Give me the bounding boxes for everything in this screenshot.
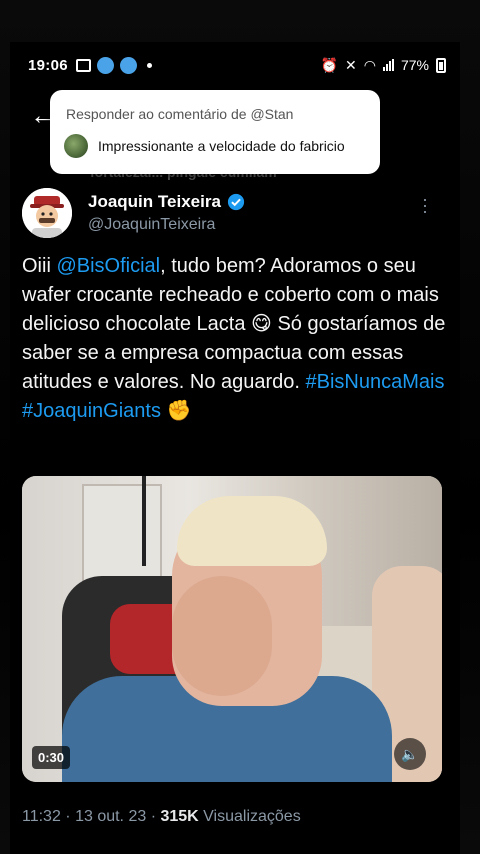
video-frame-hair [177,496,327,566]
tweet-text: Oiii @BisOficial, tudo bem? Adoramos o s… [22,252,452,426]
notification-icons [75,56,152,74]
tweet-meta: 11:32 · 13 out. 23 · 315K Visualizações [22,808,301,826]
screenshot-icon [75,58,91,72]
mention-link[interactable]: @BisOficial [56,255,160,277]
fist-emoji: ✊ [166,400,192,422]
hashtag-link[interactable]: #JoaquinGiants [22,400,161,422]
battery-percent: 77% [400,57,429,73]
cartoon-avatar-icon [22,188,72,238]
more-options-icon[interactable]: · · · [422,190,428,220]
signal-icon [382,59,394,71]
reply-notification-popup[interactable]: Responder ao comentário de @Stan Impress… [50,90,380,174]
status-time: 19:06 [28,56,68,74]
battery-icon [436,57,446,73]
popup-message-row: Impressionante a velocidade do fabricio [64,134,345,158]
author-handle[interactable]: @JoaquinTeixeira [88,216,215,234]
tweet-text-part: Oiii [22,255,57,277]
author-avatar[interactable] [22,188,72,238]
commenter-avatar [64,134,88,158]
views-label: Visualizações [198,808,301,825]
video-player[interactable]: 0:30 🔈 [22,476,442,782]
tweet-timestamp: 11:32 · 13 out. 23 · [22,808,161,825]
views-count[interactable]: 315K [160,808,198,825]
wifi-icon: ◠ [363,56,376,73]
popup-message: Impressionante a velocidade do fabricio [98,138,345,154]
video-frame-hand [172,576,272,696]
author-name[interactable]: Joaquin Teixeira [88,192,221,212]
status-right: ⏰ ✕ ◠ 77% [321,57,446,74]
app-notification-icon [96,56,114,74]
mute-toggle-icon[interactable]: 🔈 [394,738,426,770]
video-frame-tripod [142,476,146,566]
alarm-icon: ⏰ [320,56,339,73]
phone-screen: 19:06 ⏰ ✕ ◠ 77% ← fortalezal... pingale … [10,42,460,854]
mute-icon: ✕ [345,56,357,73]
app-notification-icon [119,56,137,74]
author-name-line: Joaquin Teixeira [88,192,245,212]
verified-badge-icon [227,193,245,211]
more-notifications-dot [146,62,152,68]
hashtag-link[interactable]: #BisNuncaMais [306,371,445,393]
popup-title: Responder ao comentário de @Stan [66,106,294,122]
video-duration: 0:30 [32,746,71,769]
status-bar: 19:06 ⏰ ✕ ◠ 77% [10,42,460,88]
